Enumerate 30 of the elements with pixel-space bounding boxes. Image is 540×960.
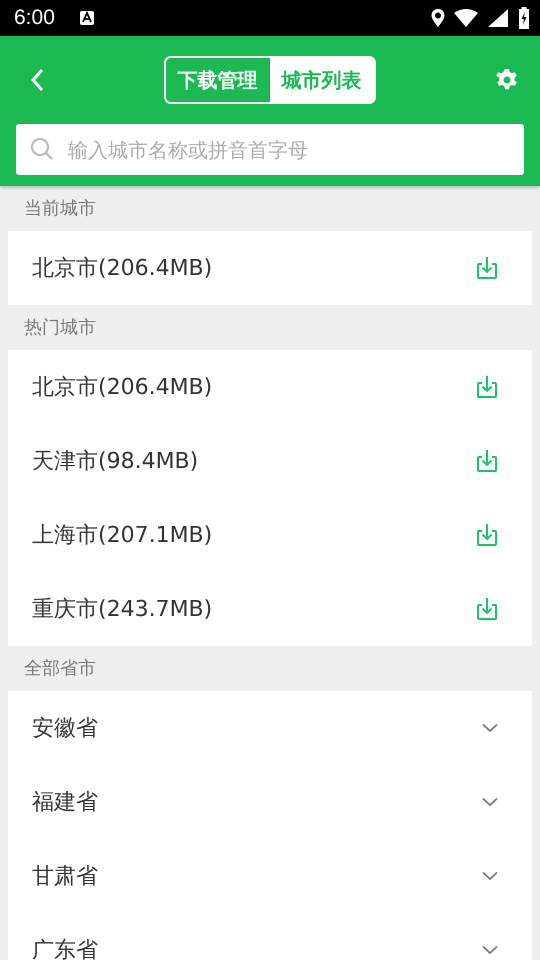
city-name[interactable]: 安徽省 bbox=[32, 713, 98, 743]
download-icon[interactable] bbox=[476, 597, 498, 621]
section-header: 全部省市 bbox=[23, 657, 97, 681]
section-header: 热门城市 bbox=[23, 316, 97, 340]
chevron-down-icon[interactable] bbox=[482, 945, 498, 955]
download-icon[interactable] bbox=[476, 523, 498, 547]
city-name[interactable]: 广东省 bbox=[32, 935, 98, 960]
signal-icon bbox=[486, 9, 510, 27]
clock: 6:00 bbox=[14, 6, 55, 30]
chevron-down-icon[interactable] bbox=[482, 723, 498, 733]
wifi-icon bbox=[454, 9, 478, 27]
chevron-down-icon[interactable] bbox=[482, 871, 498, 881]
city-name[interactable]: 北京市(206.4MB) bbox=[32, 372, 212, 402]
notification-icon bbox=[78, 10, 95, 26]
download-icon[interactable] bbox=[476, 449, 498, 473]
search-field[interactable]: 输入城市名称或拼音首字母 bbox=[16, 124, 524, 175]
section-header: 当前城市 bbox=[23, 197, 97, 221]
city-name[interactable]: 福建省 bbox=[32, 787, 98, 817]
city-name[interactable]: 天津市(98.4MB) bbox=[32, 446, 198, 476]
city-name[interactable]: 甘肃省 bbox=[32, 861, 98, 891]
battery-icon bbox=[518, 7, 530, 29]
download-icon[interactable] bbox=[476, 256, 498, 280]
city-name[interactable]: 重庆市(243.7MB) bbox=[32, 594, 212, 624]
location-icon bbox=[430, 8, 446, 28]
settings-icon[interactable] bbox=[495, 68, 519, 92]
city-name[interactable]: 北京市(206.4MB) bbox=[32, 253, 212, 283]
chevron-down-icon[interactable] bbox=[482, 797, 498, 807]
city-name[interactable]: 上海市(207.1MB) bbox=[32, 520, 212, 550]
download-icon[interactable] bbox=[476, 375, 498, 399]
back-icon[interactable] bbox=[30, 68, 44, 92]
